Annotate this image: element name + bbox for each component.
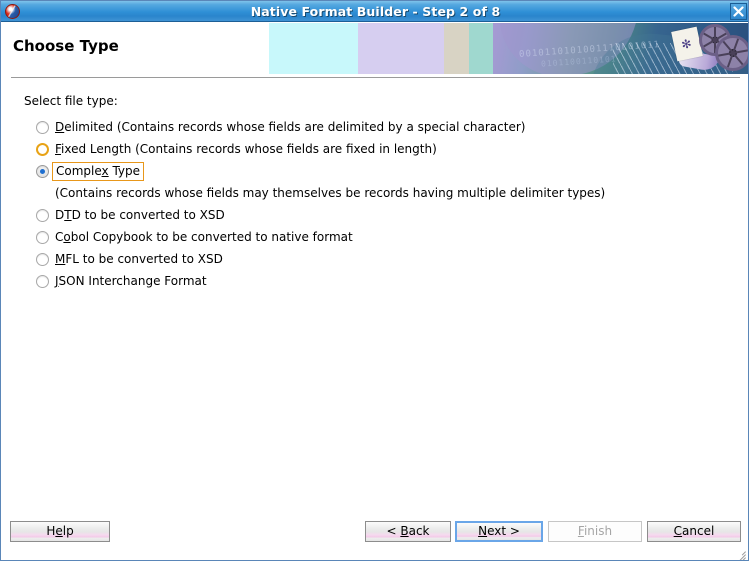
radio-label-mfl-to-xsd: MFL to be converted to XSD — [55, 250, 223, 269]
radio-label-json-interchange: JSON Interchange Format — [55, 272, 207, 291]
banner-document-glyph: ✻ — [680, 36, 693, 52]
mnemonic-char: C — [673, 524, 683, 538]
back-button[interactable]: < Back — [365, 521, 451, 542]
page-title: Choose Type — [13, 37, 119, 55]
radio-indicator-fixed-length[interactable] — [36, 143, 49, 156]
label-text: SON Interchange Format — [58, 274, 207, 288]
content-panel: Select file type: Delimited (Contains re… — [2, 79, 748, 509]
radio-indicator-dtd-to-xsd[interactable] — [36, 209, 49, 222]
radio-indicator-mfl-to-xsd[interactable] — [36, 253, 49, 266]
label-text: ancel — [682, 524, 715, 538]
mnemonic-char: N — [478, 524, 488, 538]
label-text: FL to be converted to XSD — [65, 252, 223, 266]
wizard-header: Choose Type 0010110101001110L01011 01011… — [2, 23, 748, 74]
label-text: ack — [408, 524, 430, 538]
radio-label-fixed-length: Fixed Length (Contains records whose fie… — [55, 140, 437, 159]
label-text-pre: H — [46, 524, 56, 538]
mnemonic-char: o — [63, 230, 71, 244]
label-text-pre: Comple — [56, 164, 102, 178]
mnemonic-char: T — [64, 208, 72, 222]
cancel-button[interactable]: Cancel — [647, 521, 741, 542]
label-text-pre: D — [55, 208, 65, 222]
label-text: Type — [108, 164, 141, 178]
oracle-logo-icon — [5, 4, 20, 19]
banner-artwork: 0010110101001110L01011 0101100110101 ✻ — [493, 23, 748, 74]
title-bar[interactable]: Native Format Builder - Step 2 of 8 — [1, 1, 748, 22]
label-text: elimited (Contains records whose fields … — [64, 120, 526, 134]
mnemonic-char: D — [55, 120, 65, 134]
close-icon — [733, 6, 744, 17]
radio-label-dtd-to-xsd: DTD to be converted to XSD — [55, 206, 225, 225]
radio-label-complex-type: Complex Type — [52, 162, 145, 181]
next-button[interactable]: Next > — [455, 521, 543, 542]
mnemonic-char: x — [101, 164, 109, 178]
window-title: Native Format Builder - Step 2 of 8 — [250, 4, 501, 19]
label-text-pre: < — [386, 524, 401, 538]
native-format-builder-window: Native Format Builder - Step 2 of 8 Choo… — [0, 0, 749, 561]
label-text: lp — [62, 524, 74, 538]
select-file-type-label: Select file type: — [24, 94, 118, 108]
mnemonic-char: e — [55, 524, 63, 538]
label-text: inish — [583, 524, 613, 538]
radio-label-delimited: Delimited (Contains records whose fields… — [55, 118, 525, 137]
finish-button: Finish — [548, 521, 642, 542]
complex-type-description: (Contains records whose fields may thems… — [55, 186, 606, 200]
help-button[interactable]: Help — [10, 521, 110, 542]
label-text: ext > — [487, 524, 520, 538]
radio-label-cobol-copybook: Cobol Copybook to be converted to native… — [55, 228, 353, 247]
wizard-button-bar: Help < Back Next > Finish Cancel — [2, 509, 748, 560]
label-text: ixed Length (Contains records whose fiel… — [61, 142, 437, 156]
label-text: D to be converted to XSD — [71, 208, 225, 222]
mnemonic-char: M — [55, 252, 66, 266]
banner-band-tan — [444, 23, 469, 74]
resize-grip[interactable] — [734, 547, 746, 560]
radio-indicator-complex-type[interactable] — [36, 165, 49, 178]
header-separator — [11, 77, 740, 78]
radio-indicator-cobol-copybook[interactable] — [36, 231, 49, 244]
mnemonic-char: B — [400, 524, 409, 538]
radio-indicator-delimited[interactable] — [36, 121, 49, 134]
banner-band-cyan — [269, 23, 358, 74]
label-text: bol Copybook to be converted to native f… — [70, 230, 353, 244]
close-button[interactable] — [730, 3, 747, 20]
banner-band-teal — [469, 23, 493, 74]
radio-indicator-json-interchange[interactable] — [36, 275, 49, 288]
banner-film-reel-icon-2 — [715, 35, 748, 71]
banner-band-lavender — [358, 23, 444, 74]
banner-document-icon: ✻ — [671, 26, 703, 62]
